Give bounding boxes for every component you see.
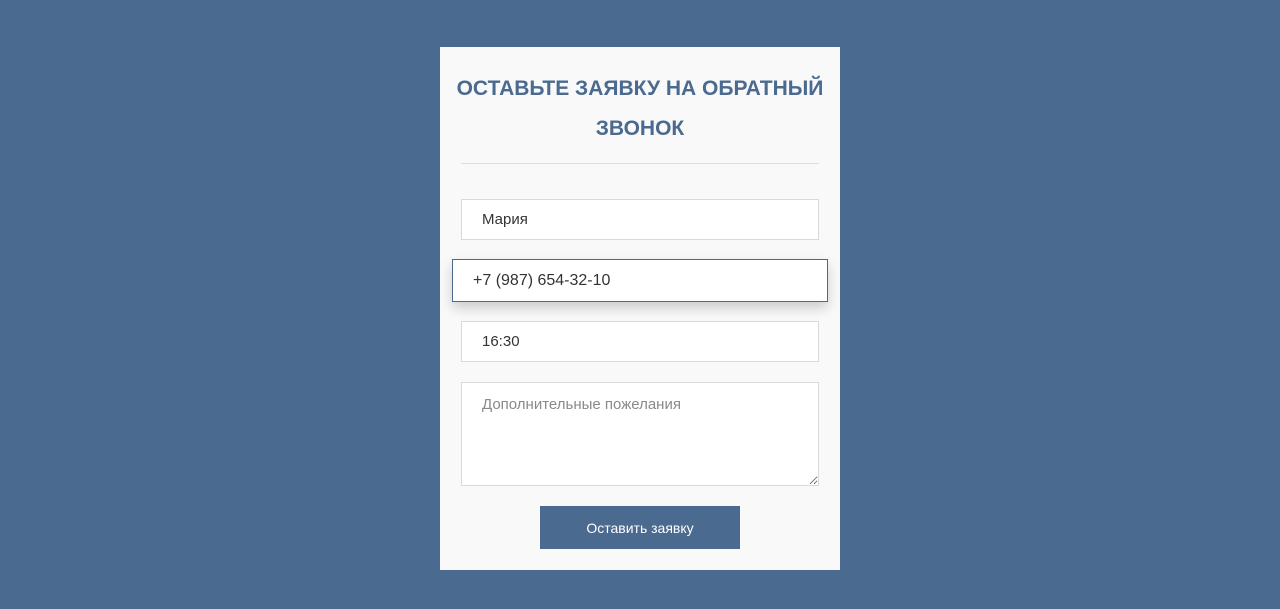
- time-input[interactable]: [461, 321, 819, 362]
- submit-button[interactable]: Оставить заявку: [540, 506, 740, 549]
- wishes-field-wrapper: [461, 382, 819, 486]
- name-input[interactable]: [461, 199, 819, 240]
- wishes-textarea[interactable]: [461, 382, 819, 486]
- phone-input[interactable]: [452, 259, 828, 302]
- form-title: ОСТАВЬТЕ ЗАЯВКУ НА ОБРАТНЫЙ ЗВОНОК: [456, 77, 824, 140]
- title-divider: [461, 163, 819, 164]
- callback-form-card: ОСТАВЬТЕ ЗАЯВКУ НА ОБРАТНЫЙ ЗВОНОК Остав…: [440, 47, 840, 570]
